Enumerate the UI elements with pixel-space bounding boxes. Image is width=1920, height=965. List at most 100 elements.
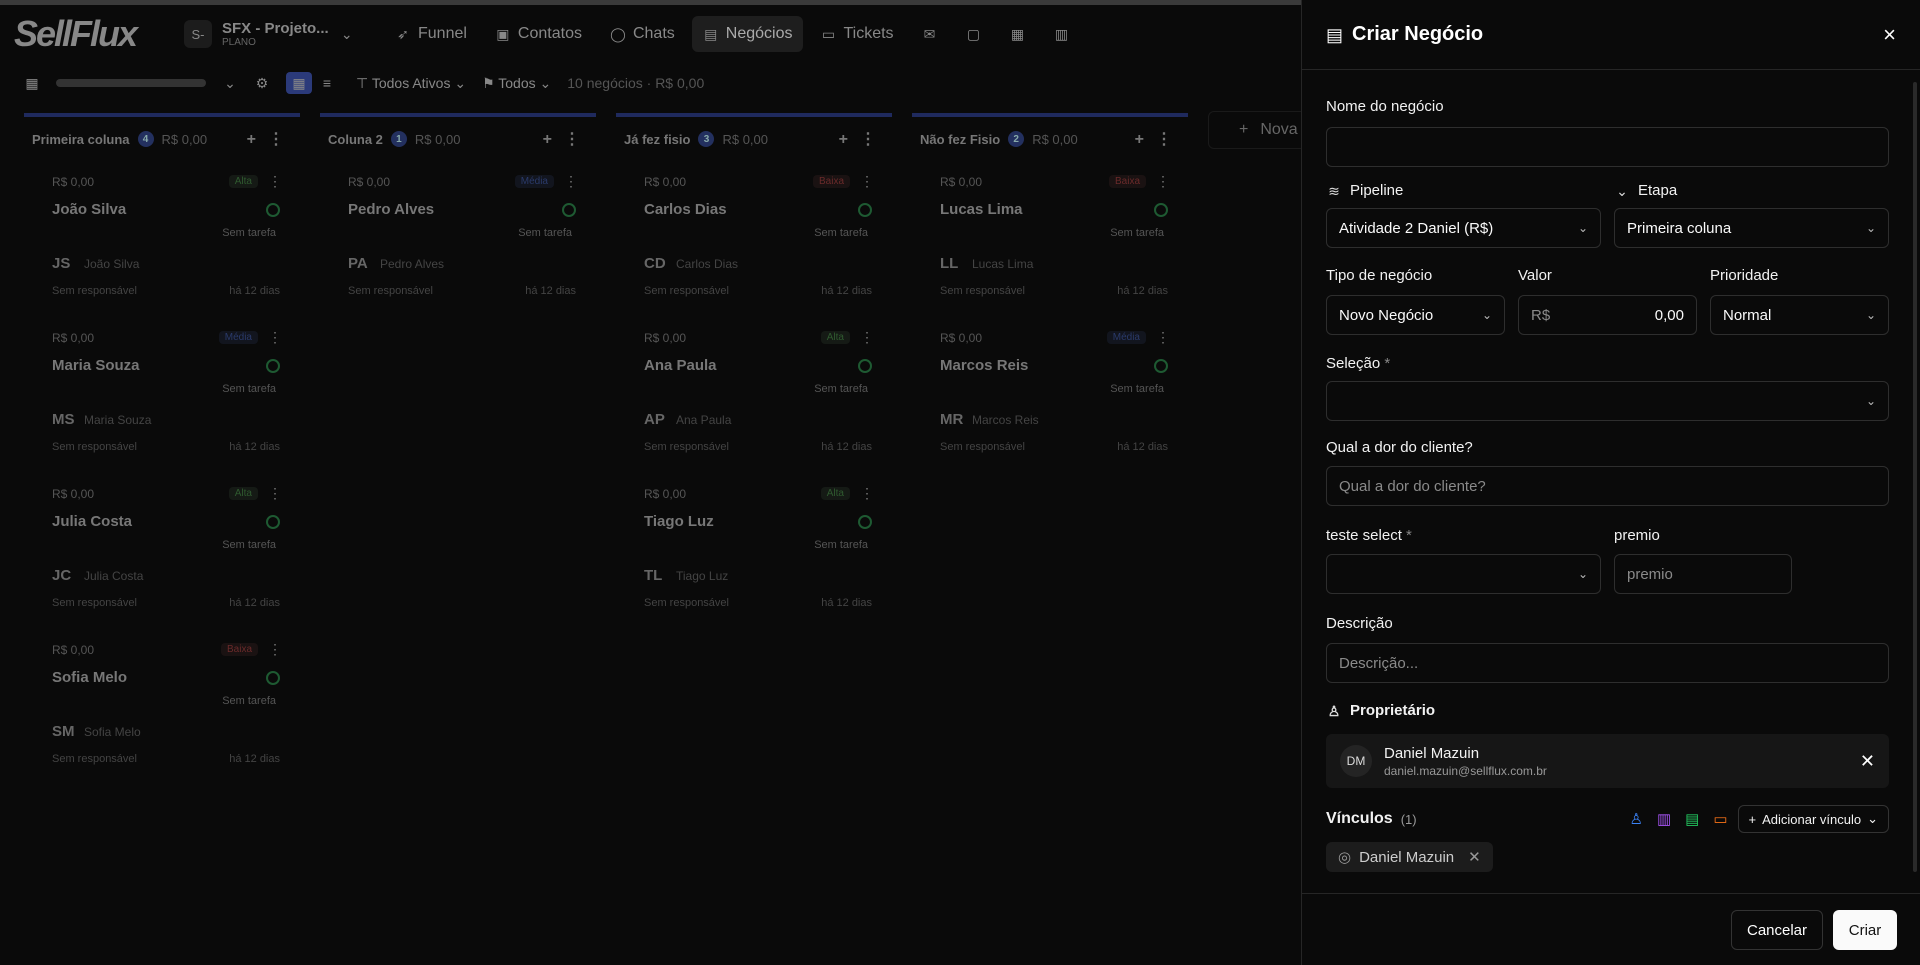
nav-chats[interactable]: ◯ Chats: [599, 16, 686, 52]
priority-badge: Baixa: [1108, 175, 1146, 188]
nav-negocios[interactable]: ▤ Negócios: [691, 16, 804, 52]
column-actions[interactable]: +⋮: [1135, 129, 1184, 149]
nav-mail[interactable]: ✉: [911, 17, 949, 51]
kanban-board: Primeira coluna 4 R$ 0,00 +⋮ R$ 0,00 Alt…: [24, 111, 1308, 963]
whatsapp-icon[interactable]: [562, 203, 576, 217]
value-input[interactable]: R$ 0,00: [1518, 295, 1697, 335]
more-icon[interactable]: ⋮: [268, 173, 282, 190]
description-input[interactable]: Descrição...: [1326, 643, 1889, 683]
card-value: R$ 0,00: [52, 643, 95, 657]
card-task: Sem tarefa: [222, 539, 276, 551]
whatsapp-icon[interactable]: [266, 671, 280, 685]
whatsapp-icon[interactable]: [1154, 359, 1168, 373]
card-person: Julia Costa: [84, 569, 144, 583]
cancel-button[interactable]: Cancelar: [1731, 910, 1823, 950]
nav-reports[interactable]: ▥: [1043, 17, 1081, 51]
card-name: Tiago Luz: [644, 513, 714, 530]
whatsapp-icon[interactable]: [858, 359, 872, 373]
premio-input[interactable]: premio: [1614, 554, 1792, 594]
deal-card[interactable]: R$ 0,00 Alta ⋮ Julia Costa Sem tarefa JC…: [32, 475, 292, 621]
workspace-switcher[interactable]: S- SFX - Projeto... PLANO ⌄: [184, 20, 384, 48]
deal-card[interactable]: R$ 0,00 Baixa ⋮ Carlos Dias Sem tarefa C…: [624, 163, 884, 309]
whatsapp-icon[interactable]: [266, 203, 280, 217]
more-icon[interactable]: ⋮: [564, 173, 578, 190]
card-initials: SM: [52, 723, 75, 740]
remove-link-icon[interactable]: ✕: [1468, 848, 1481, 866]
workspace-badge: S-: [184, 20, 212, 48]
card-person: Maria Souza: [84, 413, 152, 427]
close-icon[interactable]: ×: [1883, 22, 1896, 48]
card-name: Carlos Dias: [644, 201, 727, 218]
deal-card[interactable]: R$ 0,00 Alta ⋮ Ana Paula Sem tarefa AP A…: [624, 319, 884, 465]
card-initials: LL: [940, 255, 959, 272]
more-icon[interactable]: ⋮: [860, 485, 874, 502]
gear-icon[interactable]: ⚙: [254, 75, 270, 91]
whatsapp-icon[interactable]: [266, 359, 280, 373]
link-deal-icon[interactable]: ▤: [1685, 810, 1699, 828]
workspace-name: SFX - Projeto...: [222, 20, 329, 37]
card-value: R$ 0,00: [348, 175, 391, 189]
deal-card[interactable]: R$ 0,00 Média ⋮ Marcos Reis Sem tarefa M…: [920, 319, 1180, 465]
card-age: há 12 dias: [229, 285, 280, 297]
card-name: Pedro Alves: [348, 201, 435, 218]
whatsapp-icon[interactable]: [858, 203, 872, 217]
filter-active[interactable]: ⊤ Todos Ativos ⌄: [356, 75, 466, 92]
column-actions[interactable]: +⋮: [543, 129, 592, 149]
plus-icon: +: [1239, 121, 1249, 138]
whatsapp-icon[interactable]: [1154, 203, 1168, 217]
nav-messages[interactable]: ▢: [955, 17, 993, 51]
whatsapp-icon[interactable]: [858, 515, 872, 529]
nav-tickets[interactable]: ▭ Tickets: [809, 16, 904, 52]
more-icon[interactable]: ⋮: [268, 329, 282, 346]
deal-name-input[interactable]: [1326, 127, 1889, 167]
card-age: há 12 dias: [821, 597, 872, 609]
deal-card[interactable]: R$ 0,00 Alta ⋮ João Silva Sem tarefa JS …: [32, 163, 292, 309]
create-button[interactable]: Criar: [1833, 910, 1897, 950]
add-link-button[interactable]: + Adicionar vínculo ⌄: [1737, 805, 1889, 833]
filter-all[interactable]: ⚑ Todos ⌄: [482, 75, 551, 92]
pipeline-select[interactable]: Atividade 2 Daniel (R$) ⌄: [1326, 208, 1601, 248]
remove-owner-icon[interactable]: ✕: [1860, 751, 1875, 772]
link-contact-icon[interactable]: ♙: [1629, 810, 1642, 828]
drawer-header: ▤ Criar Negócio ×: [1302, 0, 1920, 70]
stage-select[interactable]: Primeira coluna ⌄: [1614, 208, 1889, 248]
grid-icon[interactable]: ▦: [24, 75, 40, 91]
more-icon[interactable]: ⋮: [268, 485, 282, 502]
more-icon[interactable]: ⋮: [860, 173, 874, 190]
deal-card[interactable]: R$ 0,00 Baixa ⋮ Lucas Lima Sem tarefa LL…: [920, 163, 1180, 309]
whatsapp-icon[interactable]: [266, 515, 280, 529]
column-actions[interactable]: +⋮: [839, 129, 888, 149]
ticket-icon: ▭: [821, 26, 836, 42]
pain-input[interactable]: Qual a dor do cliente?: [1326, 466, 1889, 506]
deal-card[interactable]: R$ 0,00 Baixa ⋮ Sofia Melo Sem tarefa SM…: [32, 631, 292, 777]
link-ticket-icon[interactable]: ▭: [1713, 810, 1727, 828]
deal-card[interactable]: R$ 0,00 Alta ⋮ Tiago Luz Sem tarefa TL T…: [624, 475, 884, 621]
deal-card[interactable]: R$ 0,00 Média ⋮ Maria Souza Sem tarefa M…: [32, 319, 292, 465]
more-icon[interactable]: ⋮: [268, 641, 282, 658]
nav-contatos[interactable]: ▣ Contatos: [484, 16, 593, 52]
link-company-icon[interactable]: ▥: [1657, 810, 1671, 828]
test-select[interactable]: ⌄: [1326, 554, 1601, 594]
priority-badge: Média: [1106, 331, 1146, 344]
priority-select[interactable]: Normal ⌄: [1710, 295, 1889, 335]
pipeline-select[interactable]: [56, 79, 206, 87]
nav-funnel[interactable]: ➶ Funnel: [384, 16, 478, 52]
card-name: Marcos Reis: [940, 357, 1029, 374]
more-icon[interactable]: ⋮: [1156, 329, 1170, 346]
list-view-button[interactable]: ≡: [314, 72, 340, 94]
drawer-scrollbar[interactable]: [1913, 82, 1917, 872]
selection-select[interactable]: ⌄: [1326, 381, 1889, 421]
deal-card[interactable]: R$ 0,00 Média ⋮ Pedro Alves Sem tarefa P…: [328, 163, 588, 309]
deal-type-select[interactable]: Novo Negócio ⌄: [1326, 295, 1505, 335]
card-person: Sofia Melo: [84, 725, 141, 739]
more-icon[interactable]: ⋮: [860, 329, 874, 346]
new-column-button[interactable]: + Nova: [1208, 111, 1308, 149]
card-value: R$ 0,00: [940, 331, 983, 345]
plus-icon: +: [1748, 811, 1757, 827]
kanban-view-button[interactable]: ▦: [286, 72, 312, 94]
column-count: 2: [1008, 131, 1025, 147]
more-icon[interactable]: ⋮: [1156, 173, 1170, 190]
nav-calendar[interactable]: ▦: [999, 17, 1037, 51]
column-actions[interactable]: +⋮: [247, 129, 296, 149]
logo[interactable]: SellFlux: [14, 13, 184, 55]
